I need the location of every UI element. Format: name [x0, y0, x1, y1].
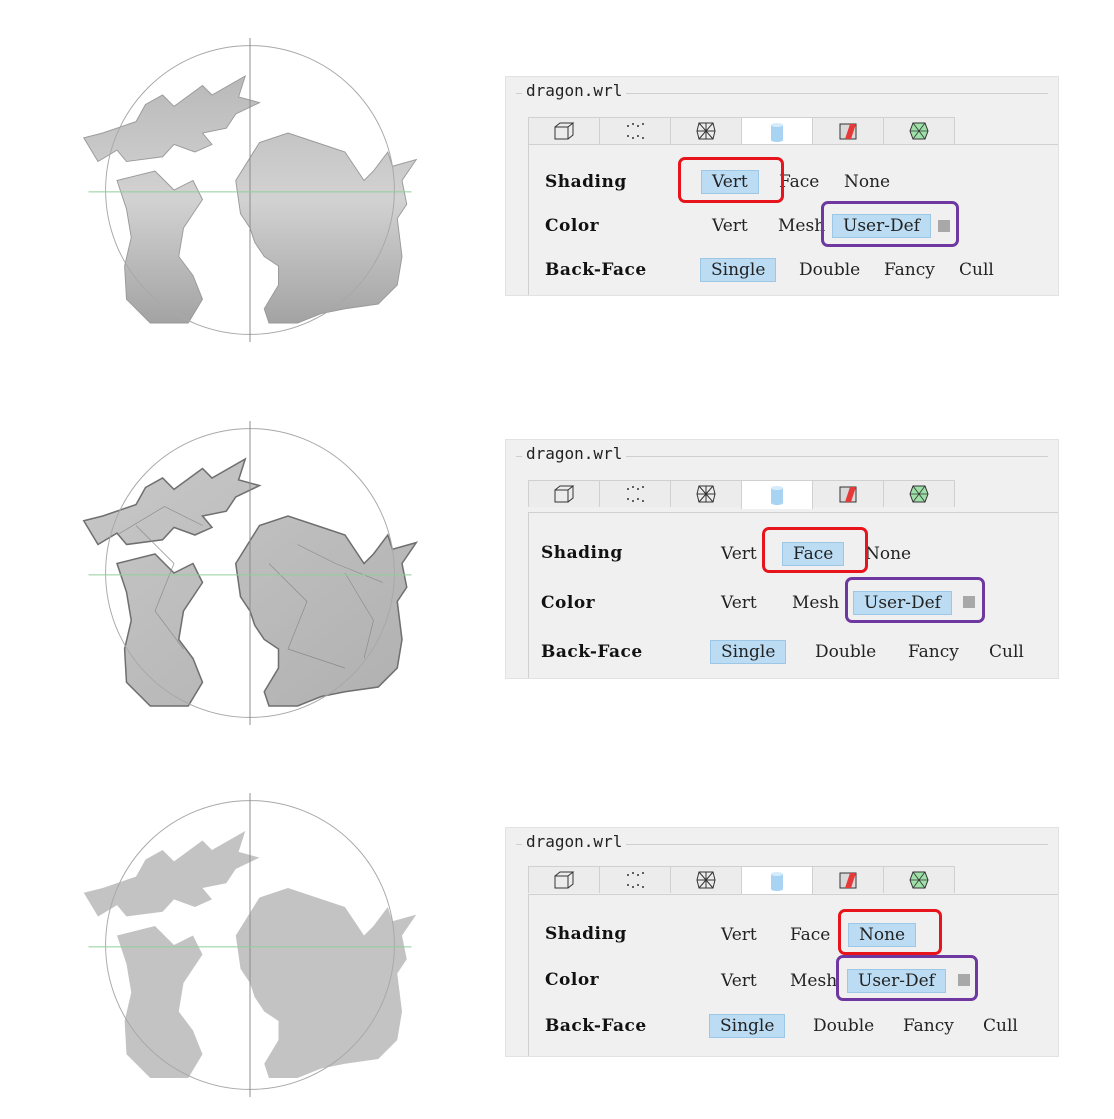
- backface-label: Back-Face: [545, 260, 647, 280]
- tab-shading[interactable]: [741, 117, 813, 146]
- selection-highlight: [678, 157, 784, 203]
- dragon-viewport[interactable]: [60, 30, 440, 350]
- tab-wireframe[interactable]: [528, 117, 600, 144]
- shading-face-option[interactable]: Face: [780, 924, 840, 946]
- selection-highlight: [762, 527, 868, 573]
- shading-options-area: Shading Vert Face None Color Vert Mesh U…: [528, 144, 1058, 295]
- cylinder-icon: [771, 872, 783, 891]
- cylinder-icon: [771, 486, 783, 505]
- shading-vert-option[interactable]: Vert: [711, 924, 767, 946]
- backface-single-option[interactable]: Single: [700, 258, 777, 282]
- row-no-shading: dragon.wrl Shading Vert Face None Color …: [0, 755, 1114, 1115]
- display-settings-panel: dragon.wrl Shading Vert Face None Color …: [505, 827, 1059, 1057]
- shading-options-area: Shading Vert Face None Color Vert Mesh U…: [528, 512, 1058, 678]
- color-label: Color: [545, 216, 600, 236]
- selection-highlight: [821, 201, 959, 247]
- shading-label: Shading: [541, 543, 623, 563]
- row-vert-shading: dragon.wrl Shading Vert Face None Color …: [0, 0, 1114, 360]
- points-icon: [627, 486, 644, 502]
- tab-texture[interactable]: [812, 480, 884, 507]
- green-mesh-icon: [909, 122, 929, 140]
- points-icon: [627, 872, 644, 888]
- tab-shading[interactable]: [741, 480, 813, 509]
- tab-texture[interactable]: [812, 866, 884, 893]
- green-mesh-icon: [909, 871, 929, 889]
- mesh-wire-icon: [696, 122, 716, 140]
- file-name: dragon.wrl: [522, 444, 627, 463]
- backface-cull-option[interactable]: Cull: [949, 259, 1004, 281]
- color-label: Color: [545, 970, 600, 990]
- tab-material[interactable]: [883, 480, 955, 507]
- backface-cull-option[interactable]: Cull: [973, 1015, 1028, 1037]
- color-label: Color: [541, 593, 596, 613]
- color-vert-option[interactable]: Vert: [711, 592, 767, 614]
- row-face-shading: dragon.wrl Shading Vert Face None Color …: [0, 383, 1114, 743]
- shading-none-option[interactable]: None: [834, 171, 900, 193]
- backface-label: Back-Face: [545, 1016, 647, 1036]
- backface-label: Back-Face: [541, 642, 643, 662]
- backface-double-option[interactable]: Double: [803, 1015, 884, 1037]
- color-vert-option[interactable]: Vert: [711, 970, 767, 992]
- selection-highlight: [845, 577, 985, 623]
- file-name: dragon.wrl: [522, 81, 627, 100]
- shading-options-area: Shading Vert Face None Color Vert Mesh U…: [528, 894, 1058, 1056]
- green-mesh-icon: [909, 485, 929, 503]
- red-texture-icon: [839, 872, 857, 889]
- tab-mesh[interactable]: [670, 117, 742, 144]
- cylinder-icon: [771, 123, 783, 142]
- tab-mesh[interactable]: [670, 866, 742, 893]
- tab-texture[interactable]: [812, 117, 884, 144]
- shading-label: Shading: [545, 172, 627, 192]
- backface-double-option[interactable]: Double: [805, 641, 886, 663]
- dragon-model-smooth: [83, 37, 417, 343]
- shading-label: Shading: [545, 924, 627, 944]
- tab-material[interactable]: [883, 117, 955, 144]
- file-name: dragon.wrl: [522, 832, 627, 851]
- backface-fancy-option[interactable]: Fancy: [898, 641, 969, 663]
- selection-highlight: [836, 955, 978, 1001]
- tab-material[interactable]: [883, 866, 955, 893]
- mesh-wire-icon: [696, 871, 716, 889]
- backface-fancy-option[interactable]: Fancy: [874, 259, 945, 281]
- dragon-viewport[interactable]: [60, 413, 440, 733]
- display-settings-panel: dragon.wrl Shading Vert Face None Color …: [505, 76, 1059, 296]
- selection-highlight: [838, 909, 942, 955]
- backface-cull-option[interactable]: Cull: [979, 641, 1034, 663]
- tab-wireframe[interactable]: [528, 480, 600, 507]
- display-settings-panel: dragon.wrl Shading Vert Face None Color …: [505, 439, 1059, 679]
- tab-points[interactable]: [599, 117, 671, 144]
- dragon-model-faceted: [82, 420, 418, 726]
- tab-mesh[interactable]: [670, 480, 742, 507]
- backface-double-option[interactable]: Double: [789, 259, 870, 281]
- mesh-wire-icon: [696, 485, 716, 503]
- backface-single-option[interactable]: Single: [709, 1014, 786, 1038]
- tab-points[interactable]: [599, 866, 671, 893]
- wireframe-box-icon: [554, 122, 575, 140]
- color-mesh-option[interactable]: Mesh: [782, 592, 849, 614]
- red-texture-icon: [839, 123, 857, 140]
- shading-vert-option[interactable]: Vert: [711, 543, 767, 565]
- red-texture-icon: [839, 486, 857, 503]
- color-vert-option[interactable]: Vert: [702, 215, 758, 237]
- wireframe-box-icon: [554, 485, 575, 503]
- tab-shading[interactable]: [741, 866, 813, 895]
- dragon-model-silhouette: [83, 792, 417, 1098]
- backface-fancy-option[interactable]: Fancy: [893, 1015, 964, 1037]
- tab-points[interactable]: [599, 480, 671, 507]
- backface-single-option[interactable]: Single: [710, 640, 787, 664]
- wireframe-box-icon: [554, 871, 575, 889]
- tab-wireframe[interactable]: [528, 866, 600, 893]
- points-icon: [627, 123, 644, 139]
- dragon-viewport[interactable]: [60, 785, 440, 1105]
